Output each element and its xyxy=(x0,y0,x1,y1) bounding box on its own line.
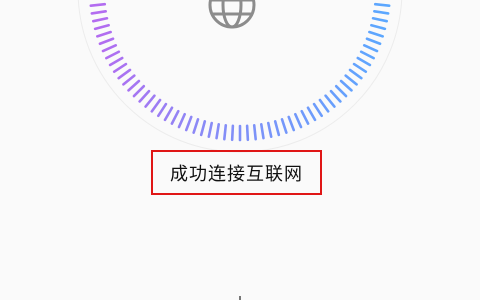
dial-tick xyxy=(306,106,317,122)
dial-tick xyxy=(287,115,296,132)
dial-tick xyxy=(318,98,330,113)
dial-tick xyxy=(132,84,146,98)
dial-tick xyxy=(266,121,273,139)
dial-tick xyxy=(90,9,107,15)
dial-tick xyxy=(163,106,174,122)
dial-tick xyxy=(280,118,288,134)
dial-tick xyxy=(324,94,336,108)
dial-tick xyxy=(252,123,257,141)
dial-tick xyxy=(150,98,162,113)
dial-tick xyxy=(245,124,250,142)
dial-tick xyxy=(362,44,379,53)
dial-tick xyxy=(373,9,390,15)
dial-tick xyxy=(192,118,200,134)
dial-tick xyxy=(108,56,124,67)
dial-tick xyxy=(334,84,348,98)
dial-tick xyxy=(339,79,353,92)
dial-tick xyxy=(91,16,109,23)
dial-tick xyxy=(223,123,228,141)
dial-tick xyxy=(144,94,156,108)
globe-icon xyxy=(208,0,256,29)
dial-tick xyxy=(122,74,136,86)
connection-status-text: 成功连接互联网 xyxy=(170,163,303,185)
dial-tick xyxy=(157,102,168,118)
dial-tick xyxy=(93,23,110,31)
dial-tick xyxy=(329,89,342,103)
dial-tick xyxy=(215,123,221,140)
dial-tick xyxy=(344,74,358,86)
home-indicator xyxy=(239,296,241,300)
dial-tick xyxy=(101,44,118,53)
dial-tick xyxy=(259,123,265,140)
dial-tick xyxy=(170,109,180,125)
dial-tick xyxy=(359,50,375,60)
connection-status-highlight: 成功连接互联网 xyxy=(151,150,322,195)
dial-tick xyxy=(117,68,132,80)
dial-tick xyxy=(348,68,363,80)
dial-tick xyxy=(112,62,128,73)
dial-tick xyxy=(138,89,151,103)
dial-tick xyxy=(105,50,121,60)
dial-tick xyxy=(207,121,214,139)
dial-tick xyxy=(352,62,368,73)
dial-tick xyxy=(312,102,324,118)
network-status-screen: 成功连接互联网 xyxy=(0,0,480,300)
dial-tick xyxy=(294,112,303,129)
dial-tick xyxy=(370,23,387,31)
dial-tick xyxy=(96,30,112,38)
dial-tick xyxy=(199,120,207,137)
dial-tick xyxy=(371,16,389,23)
dial-tick xyxy=(365,37,382,46)
dial-tick xyxy=(373,2,391,7)
dial-tick xyxy=(273,120,281,137)
dial-tick xyxy=(300,109,310,125)
dial-tick xyxy=(98,37,115,46)
dial-tick xyxy=(230,124,235,142)
dial-tick xyxy=(177,112,186,129)
dial-tick xyxy=(127,79,141,92)
dial-tick xyxy=(356,56,372,67)
dial-tick xyxy=(368,30,384,38)
dial-tick xyxy=(89,2,107,7)
dial-tick xyxy=(184,115,193,132)
